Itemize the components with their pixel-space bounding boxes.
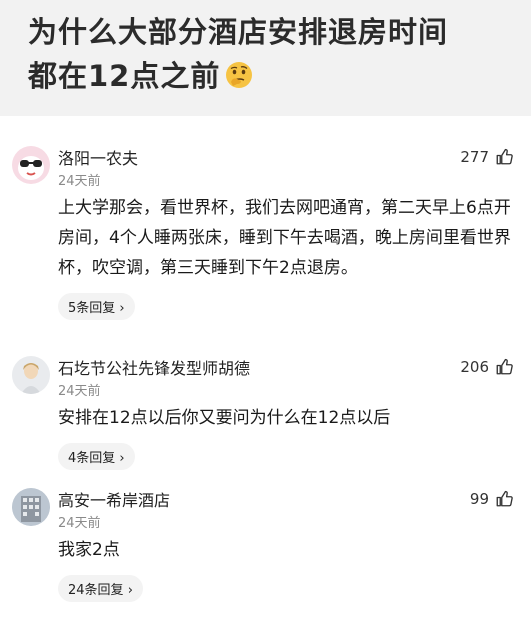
- comment-text: 上大学那会，看世界杯，我们去网吧通宵，第二天早上6点开房间，4个人睡两张床，睡到…: [58, 198, 511, 278]
- like-count: 206: [460, 358, 489, 376]
- like-count: 99: [469, 490, 489, 508]
- like-count: 277: [460, 148, 489, 166]
- view-replies-button[interactable]: 4条回复 ›: [58, 443, 135, 470]
- view-replies-button[interactable]: 24条回复 ›: [58, 575, 143, 602]
- thumbs-up-icon: [496, 148, 513, 165]
- comment-text: 我家2点: [58, 540, 120, 560]
- comment-item: 高安一希岸酒店 99 24天前 我家2点 24条回复 ›: [0, 488, 531, 620]
- post-title-line-2: 都在12点之前: [28, 54, 503, 98]
- thumbs-up-icon: [496, 490, 513, 507]
- avatar-image: [12, 356, 50, 394]
- comment-time: 24天前: [58, 516, 101, 531]
- post-title-line-2-text: 都在12点之前: [28, 59, 221, 93]
- replies-label: 24条回复: [68, 583, 124, 598]
- comment-list: 洛阳一农夫 277 24天前 上大学那会，看世界杯，我们去网吧通宵，第二天早上6…: [0, 116, 531, 620]
- post-title-line-1: 为什么大部分酒店安排退房时间: [28, 15, 449, 49]
- post-title: 为什么大部分酒店安排退房时间 都在12点之前: [28, 10, 503, 98]
- comment-item: 洛阳一农夫 277 24天前 上大学那会，看世界杯，我们去网吧通宵，第二天早上6…: [0, 146, 531, 356]
- comment-header: 石圪节公社先锋发型师胡德 206: [58, 356, 513, 378]
- thinking-face-icon: [226, 62, 253, 88]
- comment-time: 24天前: [58, 174, 101, 189]
- view-replies-button[interactable]: 5条回复 ›: [58, 293, 135, 320]
- chevron-right-icon: ›: [119, 451, 125, 466]
- username[interactable]: 洛阳一农夫: [58, 145, 138, 169]
- username[interactable]: 石圪节公社先锋发型师胡德: [58, 355, 250, 379]
- post-header: 为什么大部分酒店安排退房时间 都在12点之前: [0, 0, 531, 116]
- replies-label: 4条回复: [68, 451, 116, 466]
- comment-item: 石圪节公社先锋发型师胡德 206 24天前 安排在12点以后你又要问为什么在12…: [0, 356, 531, 488]
- comment-header: 高安一希岸酒店 99: [58, 488, 513, 510]
- avatar[interactable]: [12, 356, 50, 394]
- like-button[interactable]: 99: [470, 490, 513, 508]
- avatar-image: [12, 146, 50, 184]
- chevron-right-icon: ›: [127, 583, 133, 598]
- avatar-image: [12, 488, 50, 526]
- username[interactable]: 高安一希岸酒店: [58, 487, 170, 511]
- chevron-right-icon: ›: [119, 301, 125, 316]
- comment-time: 24天前: [58, 384, 101, 399]
- avatar[interactable]: [12, 146, 50, 184]
- thumbs-up-icon: [496, 358, 513, 375]
- like-button[interactable]: 277: [460, 148, 513, 166]
- like-button[interactable]: 206: [460, 358, 513, 376]
- avatar[interactable]: [12, 488, 50, 526]
- comment-text: 安排在12点以后你又要问为什么在12点以后: [58, 408, 391, 428]
- replies-label: 5条回复: [68, 301, 116, 316]
- comment-header: 洛阳一农夫 277: [58, 146, 513, 168]
